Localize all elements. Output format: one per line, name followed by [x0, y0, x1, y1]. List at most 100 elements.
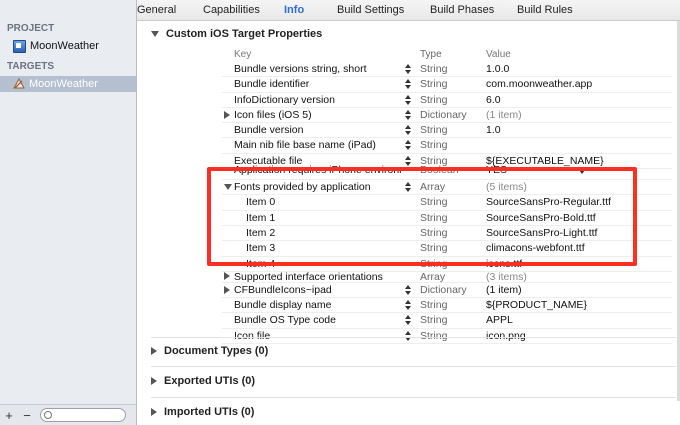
row-key: Item 1 — [246, 211, 276, 224]
row-value[interactable]: SourceSansPro-Light.ttf — [486, 227, 672, 239]
stepper-icon[interactable] — [405, 140, 411, 151]
table-row[interactable]: Item 3 String climacons-webfont.ttf — [222, 241, 672, 257]
row-value: (5 items) — [486, 181, 527, 194]
disclosure-closed-icon[interactable] — [151, 408, 157, 416]
disclosure-open-icon[interactable] — [224, 184, 232, 191]
search-icon — [44, 411, 52, 419]
stepper-icon[interactable] — [405, 79, 411, 90]
row-value[interactable]: icon.png — [486, 330, 672, 342]
tab-build-settings[interactable]: Build Settings — [337, 4, 404, 16]
row-type: Dictionary — [420, 108, 467, 121]
filter-field[interactable] — [40, 408, 126, 422]
project-item[interactable]: MoonWeather — [0, 38, 136, 54]
row-type: Dictionary — [420, 283, 467, 296]
document-types-section[interactable]: Document Types (0) — [151, 345, 268, 357]
project-item-label: MoonWeather — [30, 40, 99, 52]
row-key: Bundle version — [234, 124, 304, 137]
row-key: Application requires iPhone environment — [234, 164, 402, 177]
row-value[interactable]: 6.0 — [486, 94, 672, 106]
table-row[interactable]: Icon files (iOS 5) Dictionary (1 item) — [222, 108, 672, 124]
table-row[interactable]: Application requires iPhone environment … — [222, 164, 672, 181]
target-item[interactable]: MoonWeather — [0, 76, 136, 92]
project-icon — [13, 39, 26, 53]
tab-general[interactable]: General — [137, 4, 176, 16]
table-row[interactable]: CFBundleIcons~ipad Dictionary (1 item) — [222, 283, 672, 299]
stepper-icon[interactable] — [405, 284, 411, 295]
disclosure-closed-icon[interactable] — [224, 271, 230, 280]
disclosure-open-icon[interactable] — [151, 31, 159, 37]
row-value[interactable]: com.moonweather.app — [486, 78, 672, 90]
imported-utis-section[interactable]: Imported UTIs (0) — [151, 406, 254, 418]
table-row[interactable]: InfoDictionary version String 6.0 — [222, 93, 672, 108]
stepper-icon[interactable] — [405, 109, 411, 120]
row-key: Bundle identifier — [234, 78, 310, 91]
row-type: String — [420, 257, 448, 270]
table-row[interactable]: Item 1 String SourceSansPro-Bold.ttf — [222, 211, 672, 226]
stepper-icon[interactable] — [405, 330, 411, 341]
sidebar-footer: + − — [0, 404, 136, 425]
table-row[interactable]: Bundle version String 1.0 — [222, 123, 672, 139]
disclosure-closed-icon[interactable] — [151, 377, 157, 385]
row-key: CFBundleIcons~ipad — [234, 283, 332, 296]
chevron-down-icon[interactable] — [579, 170, 585, 175]
disclosure-closed-icon[interactable] — [224, 110, 230, 119]
table-row[interactable]: Bundle OS Type code String APPL — [222, 313, 672, 329]
stepper-icon[interactable] — [405, 94, 411, 105]
table-row[interactable]: Item 4 String icons.ttf — [222, 257, 672, 272]
remove-button[interactable]: − — [18, 408, 36, 423]
stepper-icon[interactable] — [405, 300, 411, 311]
disclosure-closed-icon[interactable] — [224, 285, 230, 294]
row-value[interactable]: ${PRODUCT_NAME} — [486, 299, 672, 311]
table-row[interactable]: Item 2 String SourceSansPro-Light.ttf — [222, 226, 672, 242]
tab-info[interactable]: Info — [284, 4, 304, 16]
exported-utis-section[interactable]: Exported UTIs (0) — [151, 375, 255, 387]
table-row[interactable]: Bundle identifier String com.moonweather… — [222, 77, 672, 93]
table-header: Key Type Value — [222, 49, 672, 62]
row-key: Icon files (iOS 5) — [234, 108, 312, 121]
row-key: Item 2 — [246, 226, 276, 239]
properties-table: Key Type Value Bundle versions string, s… — [222, 49, 672, 345]
tab-build-rules[interactable]: Build Rules — [517, 4, 573, 16]
table-row[interactable]: Item 0 String SourceSansPro-Regular.ttf — [222, 195, 672, 211]
targets-section-header: TARGETS — [7, 61, 55, 72]
row-value[interactable]: SourceSansPro-Regular.ttf — [486, 196, 672, 208]
row-type: String — [420, 242, 448, 255]
row-type: String — [420, 211, 448, 224]
row-type: String — [420, 299, 448, 312]
row-value[interactable]: climacons-webfont.ttf — [486, 242, 672, 254]
row-key: Bundle display name — [234, 299, 332, 312]
stepper-icon[interactable] — [405, 64, 411, 74]
table-row[interactable]: Bundle display name String ${PRODUCT_NAM… — [222, 298, 672, 314]
row-value[interactable]: SourceSansPro-Bold.ttf — [486, 212, 672, 224]
row-value[interactable]: 1.0.0 — [486, 63, 672, 75]
section-title: Custom iOS Target Properties — [166, 28, 323, 40]
table-row[interactable]: Supported interface orientations Array (… — [222, 271, 672, 283]
tab-capabilities[interactable]: Capabilities — [203, 4, 260, 16]
row-key: Icon file — [234, 329, 271, 342]
table-row[interactable]: Main nib file base name (iPad) String — [222, 138, 672, 154]
stepper-icon[interactable] — [405, 315, 411, 326]
row-value[interactable]: icons.ttf — [486, 258, 672, 270]
row-type: String — [420, 196, 448, 209]
table-row[interactable]: Bundle versions string, short String 1.0… — [222, 62, 672, 78]
target-item-label: MoonWeather — [29, 78, 98, 90]
column-key: Key — [234, 49, 252, 60]
column-type: Type — [420, 49, 442, 60]
row-key: InfoDictionary version — [234, 93, 335, 106]
divider — [151, 397, 676, 398]
divider — [151, 337, 676, 338]
stepper-icon[interactable] — [405, 155, 411, 166]
disclosure-closed-icon[interactable] — [151, 347, 157, 355]
stepper-icon[interactable] — [405, 125, 411, 136]
tab-build-phases[interactable]: Build Phases — [430, 4, 494, 16]
section-title: Exported UTIs (0) — [164, 375, 256, 387]
stepper-icon[interactable] — [405, 182, 411, 193]
row-value[interactable]: APPL — [486, 314, 672, 326]
custom-properties-section[interactable]: Custom iOS Target Properties — [151, 28, 322, 40]
row-type: String — [420, 63, 448, 75]
row-value: (1 item) — [486, 108, 522, 121]
add-button[interactable]: + — [0, 408, 18, 423]
row-value[interactable]: 1.0 — [486, 124, 672, 136]
row-type: String — [420, 78, 448, 91]
table-row[interactable]: Fonts provided by application Array (5 i… — [222, 180, 672, 196]
